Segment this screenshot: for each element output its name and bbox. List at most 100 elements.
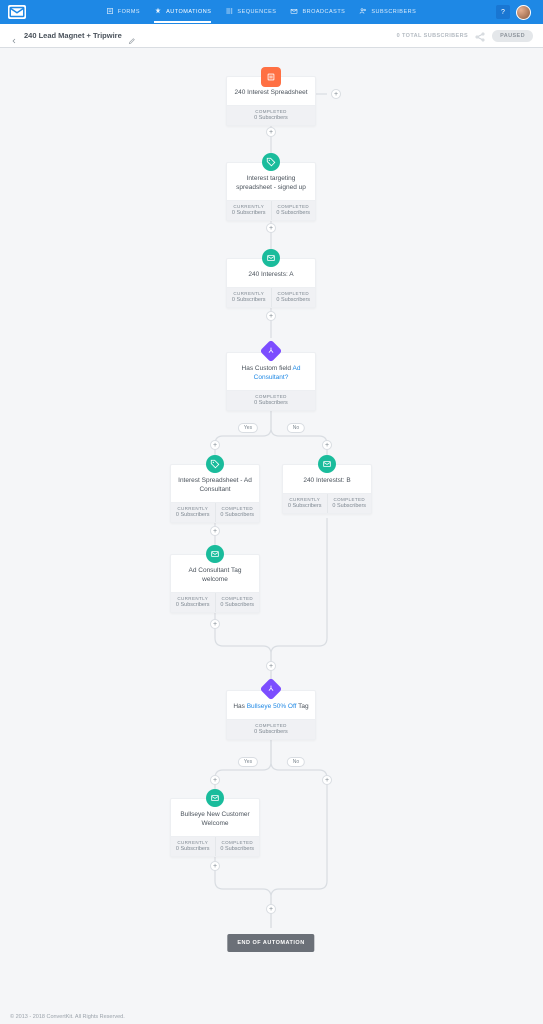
subheader-right: 0 TOTAL SUBSCRIBERS PAUSED	[397, 30, 533, 42]
nav-right: ?	[496, 5, 531, 20]
condition-suffix: Tag	[296, 703, 308, 710]
logo-icon[interactable]	[8, 5, 26, 19]
status-badge[interactable]: PAUSED	[492, 30, 533, 42]
help-button[interactable]: ?	[496, 5, 510, 19]
footer-label: COMPLETED	[216, 596, 260, 601]
footer-value: 0 Subscribers	[283, 503, 327, 509]
sequences-icon	[225, 7, 233, 17]
add-step-button[interactable]: +	[266, 223, 276, 233]
footer-value: 0 Subscribers	[216, 602, 260, 608]
footer-label: CURRENTLY	[171, 840, 215, 845]
email-icon	[262, 249, 280, 267]
add-step-button[interactable]: +	[210, 526, 220, 536]
footer-label: CURRENTLY	[227, 291, 271, 296]
condition-tag-link[interactable]: Bullseye 50% Off	[247, 703, 297, 710]
add-step-button[interactable]: +	[266, 904, 276, 914]
email-icon	[206, 545, 224, 563]
add-step-button[interactable]: +	[210, 619, 220, 629]
node-footer: COMPLETED 0 Subscribers	[227, 390, 315, 410]
add-step-button[interactable]: +	[210, 861, 220, 871]
node-condition[interactable]: Has Custom field Ad Consultant? COMPLETE…	[226, 352, 316, 411]
nav-label: BROADCASTS	[302, 9, 345, 15]
node-trigger-form[interactable]: 240 Interest Spreadsheet COMPLETED 0 Sub…	[226, 76, 316, 126]
footer-label: COMPLETED	[216, 840, 260, 845]
footer-value: 0 Subscribers	[254, 115, 288, 121]
node-title: Interest targeting spreadsheet - signed …	[233, 175, 309, 193]
node-email-sequence[interactable]: Ad Consultant Tag welcome CURRENTLY0 Sub…	[170, 554, 260, 613]
share-button[interactable]	[474, 30, 486, 42]
branch-yes-label: Yes	[238, 423, 258, 433]
nav-subscribers[interactable]: SUBSCRIBERS	[359, 7, 416, 17]
nav-automations[interactable]: AUTOMATIONS	[154, 7, 211, 17]
footer-value: 0 Subscribers	[272, 210, 316, 216]
email-icon	[206, 789, 224, 807]
node-email-sequence[interactable]: 240 Interestst: B CURRENTLY0 Subscribers…	[282, 464, 372, 514]
branch-no-label: No	[287, 423, 305, 433]
automations-icon	[154, 7, 162, 17]
add-trigger-button[interactable]: +	[331, 89, 341, 99]
forms-icon	[106, 7, 114, 17]
node-footer: CURRENTLY0 Subscribers COMPLETED0 Subscr…	[227, 287, 315, 307]
add-step-button[interactable]: +	[266, 311, 276, 321]
avatar[interactable]	[516, 5, 531, 20]
node-footer: COMPLETED 0 Subscribers	[227, 719, 315, 739]
node-title: Interest Spreadsheet - Ad Consultant	[177, 477, 253, 495]
node-email-sequence[interactable]: 240 Interests: A CURRENTLY0 Subscribers …	[226, 258, 316, 308]
node-condition[interactable]: Has Bullseye 50% Off Tag COMPLETED 0 Sub…	[226, 690, 316, 740]
node-tag[interactable]: Interest targeting spreadsheet - signed …	[226, 162, 316, 221]
footer-label: COMPLETED	[328, 497, 372, 502]
branch-no-label: No	[287, 757, 305, 767]
node-title: 240 Interests: A	[233, 271, 309, 280]
top-nav: FORMS AUTOMATIONS SEQUENCES BROADCASTS S…	[0, 0, 543, 24]
node-footer: CURRENTLY0 Subscribers COMPLETED0 Subscr…	[171, 836, 259, 856]
add-step-button[interactable]: +	[322, 775, 332, 785]
node-title: 240 Interest Spreadsheet	[233, 89, 309, 98]
end-of-automation: END OF AUTOMATION	[227, 934, 314, 952]
add-step-button[interactable]: +	[266, 127, 276, 137]
nav-forms[interactable]: FORMS	[106, 7, 140, 17]
nav-label: SEQUENCES	[237, 9, 276, 15]
total-subscribers: 0 TOTAL SUBSCRIBERS	[397, 33, 468, 39]
nav-label: AUTOMATIONS	[166, 9, 211, 15]
nav-broadcasts[interactable]: BROADCASTS	[290, 7, 345, 17]
add-step-button[interactable]: +	[210, 775, 220, 785]
node-title: Ad Consultant Tag welcome	[177, 567, 253, 585]
node-title: 240 Interestst: B	[289, 477, 365, 486]
nav-items: FORMS AUTOMATIONS SEQUENCES BROADCASTS S…	[106, 7, 417, 17]
footer-value: 0 Subscribers	[328, 503, 372, 509]
flow-canvas[interactable]: + + + + Yes No + + + + + Yes No + + + + …	[0, 48, 543, 1004]
add-step-button[interactable]: +	[322, 440, 332, 450]
footer-label: COMPLETED	[255, 109, 287, 114]
edit-title-button[interactable]	[128, 32, 136, 40]
add-step-button[interactable]: +	[210, 440, 220, 450]
node-title: Has Custom field Ad Consultant?	[233, 365, 309, 383]
form-icon	[261, 67, 281, 87]
footer-value: 0 Subscribers	[254, 400, 288, 406]
footer-label: CURRENTLY	[227, 204, 271, 209]
node-title: Has Bullseye 50% Off Tag	[233, 703, 309, 712]
node-email-sequence[interactable]: Bullseye New Customer Welcome CURRENTLY0…	[170, 798, 260, 857]
tag-icon	[206, 455, 224, 473]
broadcasts-icon	[290, 7, 298, 17]
page-footer: © 2013 - 2018 ConvertKit. All Rights Res…	[10, 1014, 125, 1020]
node-title: Bullseye New Customer Welcome	[177, 811, 253, 829]
footer-value: 0 Subscribers	[171, 602, 215, 608]
subscribers-icon	[359, 7, 367, 17]
footer-value: 0 Subscribers	[227, 210, 271, 216]
footer-value: 0 Subscribers	[216, 846, 260, 852]
subheader: 240 Lead Magnet + Tripwire 0 TOTAL SUBSC…	[0, 24, 543, 48]
back-button[interactable]	[10, 32, 18, 40]
footer-value: 0 Subscribers	[254, 729, 288, 735]
node-footer: CURRENTLY0 Subscribers COMPLETED0 Subscr…	[171, 592, 259, 612]
add-step-button[interactable]: +	[266, 661, 276, 671]
email-icon	[318, 455, 336, 473]
footer-value: 0 Subscribers	[171, 846, 215, 852]
node-footer: COMPLETED 0 Subscribers	[227, 105, 315, 125]
node-tag[interactable]: Interest Spreadsheet - Ad Consultant CUR…	[170, 464, 260, 523]
automation-title: 240 Lead Magnet + Tripwire	[24, 31, 122, 40]
footer-label: CURRENTLY	[283, 497, 327, 502]
node-footer: CURRENTLY0 Subscribers COMPLETED0 Subscr…	[171, 502, 259, 522]
nav-label: FORMS	[118, 9, 140, 15]
nav-sequences[interactable]: SEQUENCES	[225, 7, 276, 17]
condition-prefix: Has	[233, 703, 246, 710]
